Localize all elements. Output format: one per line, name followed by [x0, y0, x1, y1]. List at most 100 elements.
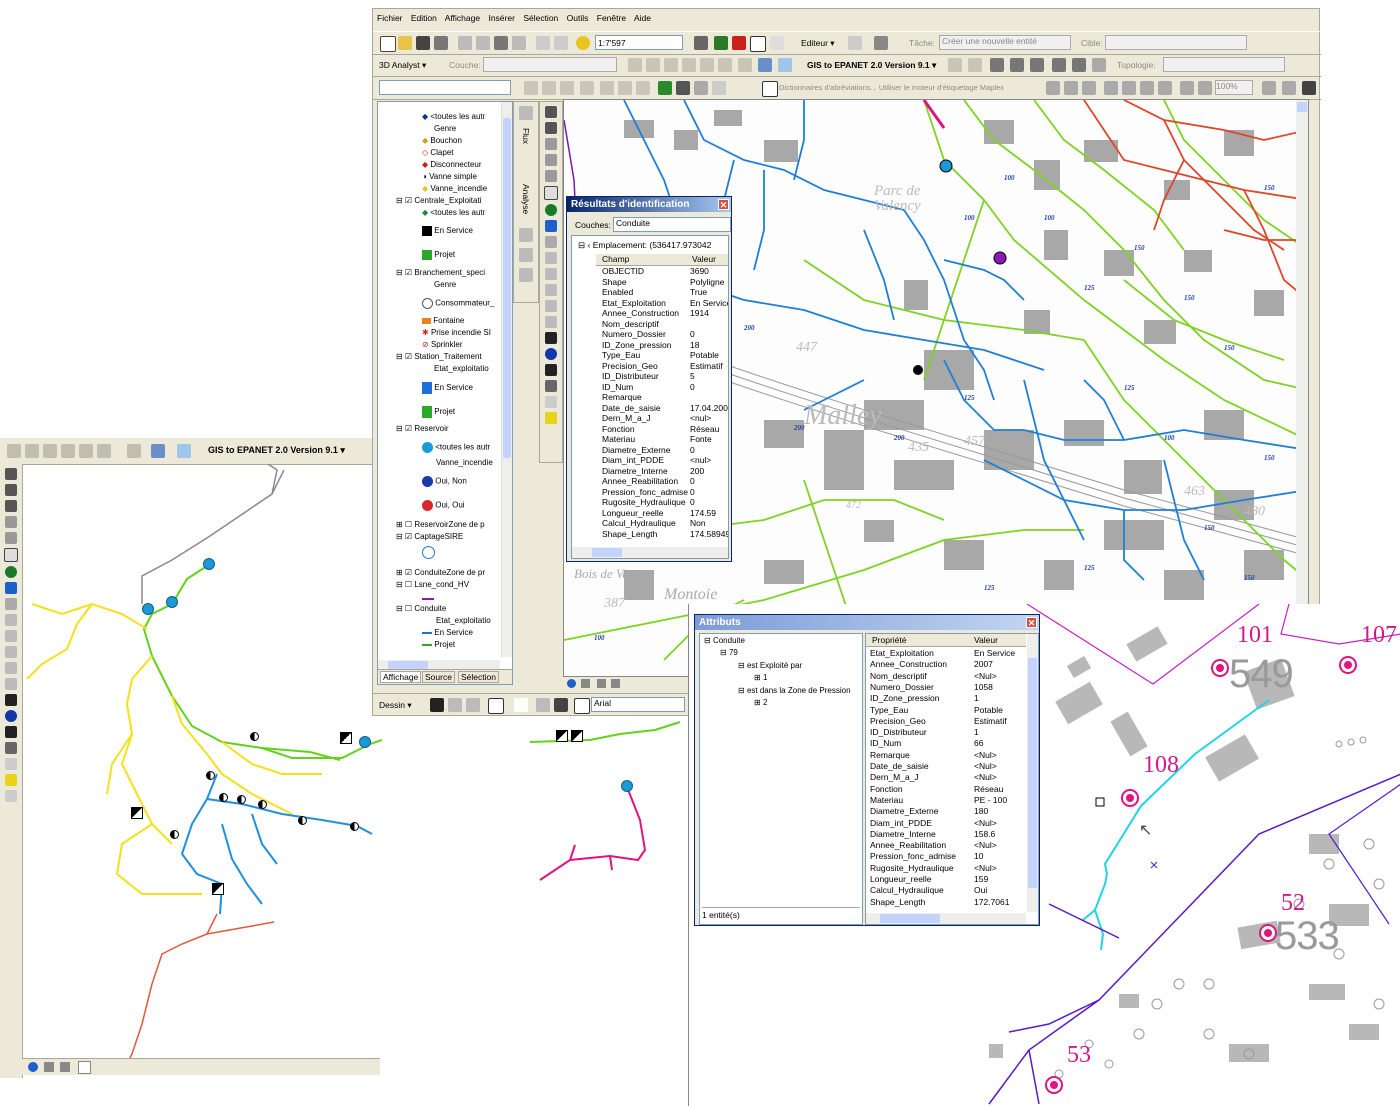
reservoir-marker[interactable] [359, 736, 371, 748]
toc-layer[interactable]: ⊟ ☑ Branchement_speci [396, 268, 485, 277]
column-header-propriete[interactable]: Propriété [872, 635, 907, 645]
station-marker[interactable] [1095, 797, 1105, 807]
pipe-violet[interactable] [1008, 999, 1100, 1033]
toolbar-icon[interactable] [948, 58, 962, 72]
select-icon[interactable] [5, 662, 17, 674]
identify-field-value[interactable]: 0 [690, 329, 695, 339]
attribute-field-value[interactable]: <Nul> [974, 840, 997, 850]
tree-node-conduite[interactable]: ⊟ Conduite [704, 636, 745, 645]
attribute-field-value[interactable]: <Nul> [974, 818, 997, 828]
select-icon[interactable] [545, 284, 557, 296]
toc-item[interactable]: Projet [422, 250, 455, 260]
toc-layer[interactable]: ⊟ ☑ Centrale_Exploitati [396, 196, 481, 205]
layout-view-icon[interactable] [567, 679, 576, 688]
tab-affichage[interactable]: Affichage [380, 671, 422, 683]
whats-this-icon[interactable] [770, 36, 784, 50]
refresh-icon[interactable] [44, 1062, 54, 1072]
identify-point[interactable] [913, 365, 923, 375]
identify-field-value[interactable]: 0 [690, 382, 695, 392]
3d-analyst-menu[interactable]: 3D Analyst ▾ [379, 60, 426, 71]
lightning-icon[interactable] [545, 412, 557, 424]
menu-edition[interactable]: Edition [411, 13, 437, 23]
toolbar-icon[interactable] [636, 81, 650, 95]
identify-field-value[interactable]: 18 [690, 340, 699, 350]
toolbar-icon[interactable] [628, 58, 642, 72]
identify-field-value[interactable]: 1914 [690, 308, 709, 318]
attribute-field-value[interactable]: 1 [974, 693, 979, 703]
info-icon[interactable] [545, 348, 557, 360]
toolbar-icon[interactable] [177, 444, 191, 458]
pipe-green[interactable] [142, 563, 382, 759]
menu-outils[interactable]: Outils [567, 13, 589, 23]
select-elements-icon[interactable] [430, 698, 444, 712]
flow-icon[interactable] [519, 106, 533, 120]
toolbar-icon[interactable] [658, 81, 672, 95]
toc-item[interactable]: Etat_exploitatio [436, 616, 491, 625]
toc-layer[interactable]: ⊟ ☐ Lsne_cond_HV [396, 580, 469, 589]
valve-marker[interactable] [219, 793, 228, 802]
toolbar-icon[interactable] [700, 58, 714, 72]
station-marker[interactable] [556, 730, 568, 742]
pipe-blue[interactable] [206, 798, 373, 835]
toolbar-icon[interactable] [618, 81, 632, 95]
identify-field-value[interactable]: Potable [690, 350, 719, 360]
menu-aide[interactable]: Aide [634, 13, 651, 23]
binoculars-icon[interactable] [5, 726, 17, 738]
identify-field-value[interactable]: 174.59 [690, 508, 716, 518]
open-folder-icon[interactable] [398, 36, 412, 50]
pipe-yellow[interactable] [120, 655, 173, 845]
abbreviation-icon[interactable] [762, 81, 778, 97]
hyperlink-icon[interactable] [5, 758, 17, 770]
map-vertical-scrollbar[interactable] [1296, 100, 1308, 676]
scale-input[interactable] [595, 35, 683, 50]
toc-item[interactable]: Genre [434, 124, 456, 133]
zoom-in-fixed-icon[interactable] [545, 138, 557, 150]
sketch-tool-icon[interactable] [848, 36, 862, 50]
identify-field-value[interactable]: True [690, 287, 707, 297]
pan-hand-icon[interactable] [544, 186, 558, 200]
toolbar-icon[interactable] [1030, 58, 1044, 72]
zoom-in-icon[interactable] [5, 468, 17, 480]
toc-item[interactable]: Etat_exploitatio [434, 364, 489, 373]
trace-icon[interactable] [519, 228, 533, 242]
trace-icon[interactable] [519, 248, 533, 262]
rectangle-icon[interactable] [488, 698, 504, 714]
identify-field-value[interactable]: 174.58949 [690, 529, 728, 539]
binoculars-icon[interactable] [545, 364, 557, 376]
toolbar-icon[interactable] [1282, 81, 1296, 95]
toolbar-icon[interactable] [542, 81, 556, 95]
toolbar-icon[interactable] [580, 81, 594, 95]
toc-item[interactable]: Projet [422, 406, 455, 418]
toc-item[interactable]: Projet [422, 640, 455, 649]
full-extent-globe-icon[interactable] [545, 204, 557, 216]
toolbar-icon[interactable] [1092, 58, 1106, 72]
command-line-icon[interactable] [750, 36, 766, 52]
attribute-field-value[interactable]: En Service [974, 648, 1015, 658]
toolbar-icon[interactable] [990, 58, 1004, 72]
attribute-field-value[interactable]: <Nul> [974, 761, 997, 771]
redo-icon[interactable] [554, 36, 568, 50]
attributes-title-bar[interactable]: Attributs ✕ [695, 615, 1039, 630]
epanet-dropdown[interactable]: GIS to EPANET 2.0 Version 9.1 ▾ [807, 60, 936, 71]
toc-item[interactable]: Consommateur_ [422, 298, 494, 309]
valve-marker[interactable] [250, 732, 259, 741]
forward-arrow-icon[interactable] [5, 598, 17, 610]
select-icon[interactable] [545, 268, 557, 280]
toolbar-icon[interactable] [560, 81, 574, 95]
attributes-v-scrollbar[interactable] [1027, 634, 1038, 912]
menu-fichier[interactable]: Fichier [377, 13, 403, 23]
zoom-out-fixed-icon[interactable] [545, 154, 557, 166]
identify-field-value[interactable]: 5 [690, 371, 695, 381]
layout-view-icon[interactable] [28, 1062, 38, 1072]
print-icon[interactable] [434, 36, 448, 50]
save-icon[interactable] [416, 36, 430, 50]
toc-layer[interactable]: ⊟ ☑ Reservoir [396, 424, 449, 433]
hydrant-marker[interactable] [1211, 659, 1229, 677]
menu-affichage[interactable]: Affichage [445, 13, 480, 23]
toolbar-icon[interactable] [151, 444, 165, 458]
reservoir-symbol[interactable] [993, 251, 1007, 265]
toolbar-icon[interactable] [25, 444, 39, 458]
toolbar-icon[interactable] [1046, 81, 1060, 95]
zoom-percent-dropdown[interactable]: 100% [1215, 80, 1253, 95]
toc-item[interactable]: ◆ Bouchon [422, 136, 462, 145]
